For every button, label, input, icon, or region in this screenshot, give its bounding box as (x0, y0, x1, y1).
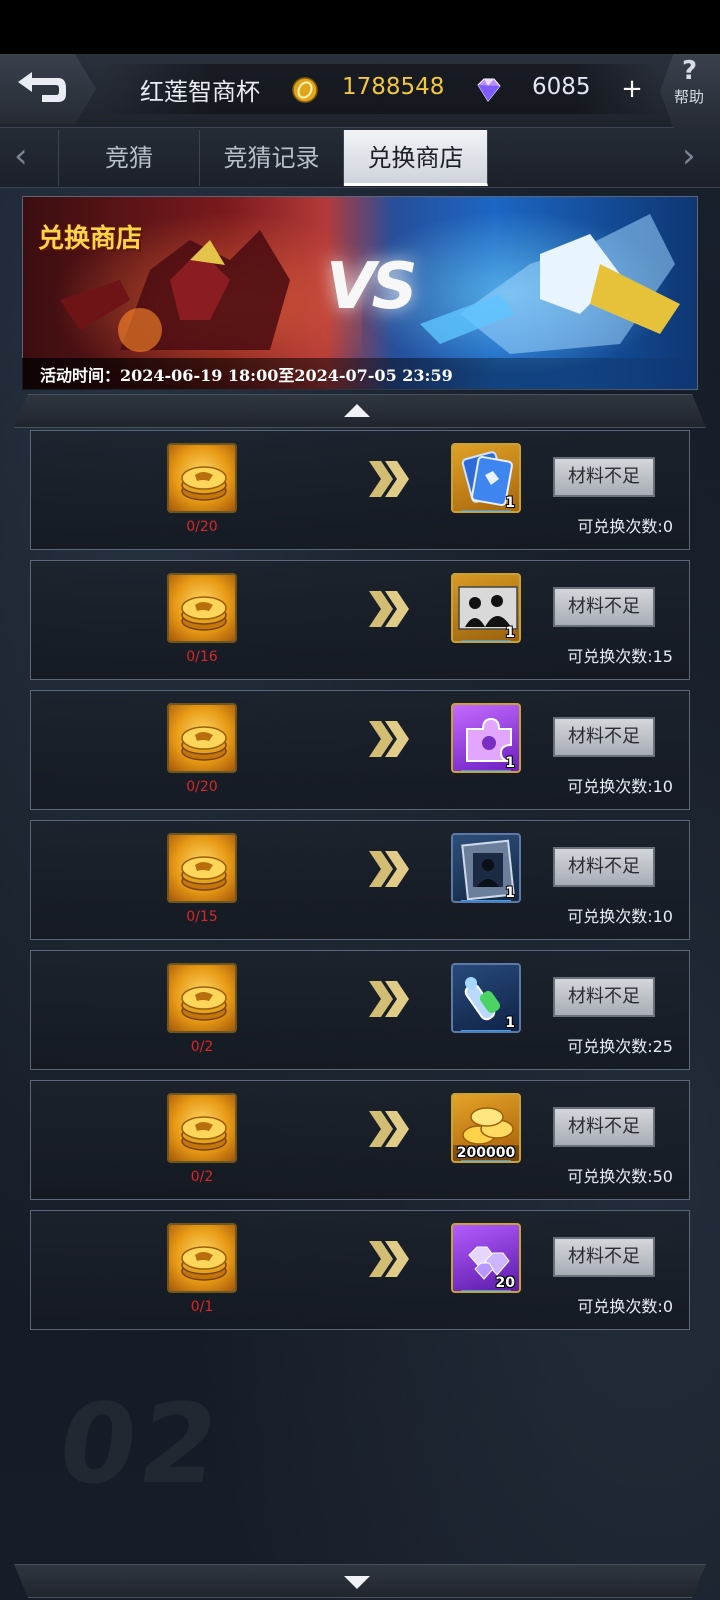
question-icon: ? (682, 56, 698, 86)
exchange-limit: 可兑换次数:0 (577, 1297, 673, 1316)
reward-count: 1 (505, 755, 515, 771)
reward-underline (461, 900, 511, 901)
cost-progress: 0/2 (190, 1169, 214, 1185)
exchange-row: 0/2 1 材料不足可兑换次数:25 (30, 950, 690, 1070)
purple-puzzle-icon[interactable]: 1 (451, 703, 521, 773)
exchange-coin-icon[interactable] (167, 703, 237, 773)
double-chevron-right-icon (369, 721, 409, 757)
exchange-row: 0/2 200000 材料不足可兑换次数:50 (30, 1080, 690, 1200)
reward-underline (461, 1160, 511, 1161)
cost-progress: 0/15 (186, 909, 218, 925)
cost-progress: 0/16 (186, 649, 218, 665)
exchange-button[interactable]: 材料不足 (553, 587, 655, 627)
double-chevron-right-icon (369, 591, 409, 627)
exchange-limit: 可兑换次数:0 (577, 517, 673, 536)
reward-count: 1 (505, 495, 515, 511)
double-chevron-right-icon (369, 1111, 409, 1147)
reward-underline (461, 1290, 511, 1291)
status-bar (0, 0, 720, 54)
blue-mech-illustration (420, 214, 680, 354)
reward-underline (461, 770, 511, 771)
add-gems-button[interactable]: + (612, 76, 652, 104)
double-chevron-right-icon (369, 851, 409, 887)
exchange-coin-icon[interactable] (167, 963, 237, 1033)
silhouette-card-icon[interactable]: 1 (451, 573, 521, 643)
exchange-row: 0/16 1 材料不足可兑换次数:15 (30, 560, 690, 680)
blue-card-icon[interactable]: 1 (451, 443, 521, 513)
double-chevron-right-icon (369, 1241, 409, 1277)
event-time: 活动时间：2024-06-19 18:00至2024-07-05 23:59 (40, 366, 453, 385)
double-chevron-right-icon (369, 461, 409, 497)
exchange-limit: 可兑换次数:25 (567, 1037, 673, 1056)
gem-balance: 6085 (532, 74, 591, 100)
exchange-coin-icon[interactable] (167, 1093, 237, 1163)
exchange-button[interactable]: 材料不足 (553, 457, 655, 497)
exchange-row: 0/20 1 材料不足可兑换次数:0 (30, 430, 690, 550)
page-title: 红莲智商杯 (140, 78, 260, 106)
exchange-limit: 可兑换次数:10 (567, 907, 673, 926)
exchange-button[interactable]: 材料不足 (553, 847, 655, 887)
exchange-limit: 可兑换次数:10 (567, 777, 673, 796)
exchange-row: 0/1 20 材料不足可兑换次数:0 (30, 1210, 690, 1330)
coin-balance: 1788548 (342, 74, 445, 100)
reward-count: 1 (505, 625, 515, 641)
caret-down-icon (344, 1576, 370, 1589)
reward-count: 20 (495, 1275, 515, 1291)
vs-emblem: VS (326, 250, 418, 324)
exchange-button[interactable]: 材料不足 (553, 977, 655, 1017)
exchange-coin-icon[interactable] (167, 833, 237, 903)
tab-scroll-right-icon[interactable]: › (682, 136, 696, 176)
reward-underline (461, 640, 511, 641)
cost-progress: 0/2 (190, 1039, 214, 1055)
tab-exchange-shop[interactable]: 兑换商店 (344, 130, 488, 186)
caret-up-icon (344, 404, 370, 417)
exchange-limit: 可兑换次数:15 (567, 647, 673, 666)
exchange-row: 0/20 1 材料不足可兑换次数:10 (30, 690, 690, 810)
coin-icon (292, 77, 318, 103)
reward-count: 1 (505, 885, 515, 901)
reward-count: 200000 (453, 1145, 519, 1161)
background-number: 02 (51, 1380, 231, 1508)
cost-progress: 0/20 (186, 519, 218, 535)
gold-coins-icon[interactable]: 200000 (451, 1093, 521, 1163)
help-label: 帮助 (674, 88, 705, 106)
cost-progress: 0/1 (190, 1299, 214, 1315)
target-card-icon[interactable]: 1 (451, 833, 521, 903)
gem-icon (477, 78, 501, 102)
exchange-coin-icon[interactable] (167, 1223, 237, 1293)
exchange-button[interactable]: 材料不足 (553, 1237, 655, 1277)
exchange-coin-icon[interactable] (167, 573, 237, 643)
exchange-button[interactable]: 材料不足 (553, 1107, 655, 1147)
tab-scroll-left-icon[interactable]: ‹ (14, 136, 28, 176)
back-arrow-icon (18, 72, 66, 102)
banner-title: 兑换商店 (38, 224, 143, 254)
reward-underline (461, 510, 511, 511)
exchange-button[interactable]: 材料不足 (553, 717, 655, 757)
cost-progress: 0/20 (186, 779, 218, 795)
reward-count: 1 (505, 1015, 515, 1031)
reward-underline (461, 1030, 511, 1031)
double-chevron-right-icon (369, 981, 409, 1017)
tech-capsule-icon[interactable]: 1 (451, 963, 521, 1033)
exchange-coin-icon[interactable] (167, 443, 237, 513)
exchange-row: 0/15 1 材料不足可兑换次数:10 (30, 820, 690, 940)
tab-guess-record[interactable]: 竞猜记录 (200, 130, 344, 186)
exchange-limit: 可兑换次数:50 (567, 1167, 673, 1186)
tab-guess[interactable]: 竞猜 (58, 130, 200, 186)
diamonds-icon[interactable]: 20 (451, 1223, 521, 1293)
